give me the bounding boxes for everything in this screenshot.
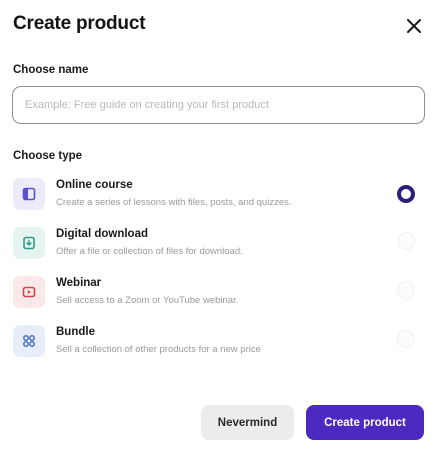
option-title: Bundle [56, 326, 95, 338]
download-icon [13, 227, 45, 259]
option-title: Online course [56, 179, 133, 191]
option-title: Webinar [56, 277, 102, 289]
radio-online-course[interactable] [397, 185, 415, 203]
type-option-digital-download[interactable]: Digital download Offer a file or collect… [12, 227, 428, 273]
type-option-online-course[interactable]: Online course Create a series of lessons… [12, 178, 428, 224]
radio-digital-download[interactable] [397, 232, 415, 250]
type-option-webinar[interactable]: Webinar Sell access to a Zoom or YouTube… [12, 276, 428, 322]
option-description: Create a series of lessons with files, p… [56, 197, 292, 208]
course-icon [13, 178, 45, 210]
create-product-dialog: Create product Choose name Choose type O… [0, 0, 444, 457]
choose-type-label: Choose type [13, 150, 83, 162]
radio-webinar[interactable] [397, 281, 415, 299]
product-name-input[interactable] [12, 86, 425, 124]
radio-bundle[interactable] [397, 330, 415, 348]
bundle-icon [13, 325, 45, 357]
option-description: Sell a collection of other products for … [56, 344, 261, 355]
option-description: Offer a file or collection of files for … [56, 246, 243, 257]
choose-name-label: Choose name [13, 64, 89, 76]
option-description: Sell access to a Zoom or YouTube webinar… [56, 295, 239, 306]
option-title: Digital download [56, 228, 148, 240]
type-option-bundle[interactable]: Bundle Sell a collection of other produc… [12, 325, 428, 371]
nevermind-button[interactable]: Nevermind [201, 405, 294, 440]
create-product-button[interactable]: Create product [306, 405, 424, 440]
webinar-icon [13, 276, 45, 308]
close-icon[interactable] [402, 14, 426, 38]
dialog-title: Create product [13, 13, 146, 34]
